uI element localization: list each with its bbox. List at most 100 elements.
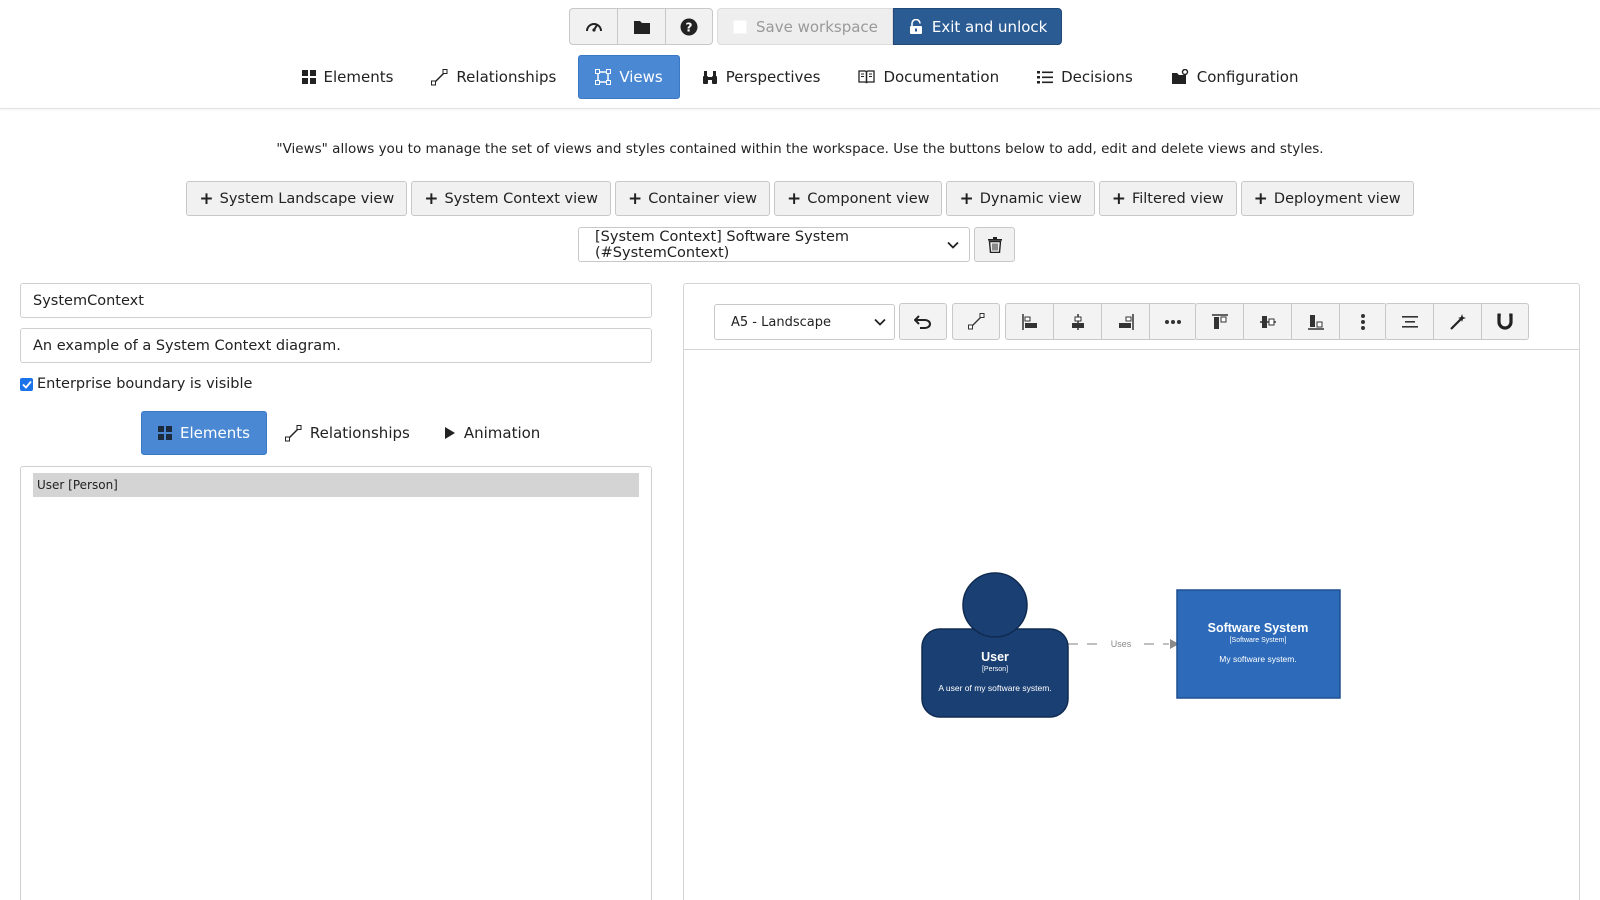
add-container-view-button[interactable]: + Container view <box>614 181 771 216</box>
help-button[interactable]: ? <box>665 8 713 45</box>
nav-item-documentation[interactable]: Documentation <box>842 55 1015 99</box>
top-toolbar: ? Save workspace Exit and unlock <box>569 8 1063 45</box>
align-left-button[interactable] <box>1005 303 1053 340</box>
view-key-field[interactable]: SystemContext <box>20 283 652 318</box>
align-right-button[interactable] <box>1101 303 1149 340</box>
save-workspace-label: Save workspace <box>756 17 878 36</box>
nav-item-elements[interactable]: Elements <box>286 55 410 99</box>
align-center-button[interactable] <box>1053 303 1101 340</box>
tab-animation[interactable]: Animation <box>428 411 556 455</box>
align-middle-button[interactable] <box>1243 303 1291 340</box>
dashboard-button[interactable] <box>569 8 617 45</box>
nav-item-decisions[interactable]: Decisions <box>1021 55 1149 99</box>
nav-item-perspectives[interactable]: Perspectives <box>686 55 837 99</box>
view-description-value: An example of a System Context diagram. <box>33 337 341 354</box>
person-body <box>921 628 1069 718</box>
view-key-value: SystemContext <box>33 292 144 309</box>
intro-text: "Views" allows you to manage the set of … <box>276 141 1324 157</box>
nav-divider <box>0 108 1600 109</box>
nav-item-views[interactable]: Views <box>578 55 680 99</box>
view-select-row: [System Context] Software System (#Syste… <box>578 227 1015 262</box>
main-nav: Elements Relationships Views Perspective… <box>0 55 1600 99</box>
relationship-tool-group <box>952 303 1000 340</box>
button-label: Container view <box>648 190 758 207</box>
play-icon <box>444 426 456 440</box>
enterprise-boundary-row: Enterprise boundary is visible <box>20 376 252 392</box>
center-diagram-button[interactable] <box>1385 303 1433 340</box>
unlock-icon <box>908 18 924 35</box>
person-name: User <box>981 650 1009 664</box>
button-label: System Landscape view <box>219 190 395 207</box>
paper-size-select[interactable]: A5 - Landscape <box>714 304 895 340</box>
auto-layout-button[interactable] <box>1433 303 1481 340</box>
nav-item-label: Documentation <box>883 68 1000 86</box>
add-filtered-view-button[interactable]: + Filtered view <box>1098 181 1237 216</box>
align-middle-icon <box>1259 313 1277 331</box>
relationship-uses[interactable]: Uses <box>1068 637 1179 651</box>
add-deployment-view-button[interactable]: + Deployment view <box>1240 181 1414 216</box>
plus-icon: + <box>199 188 214 209</box>
book-icon <box>858 70 876 84</box>
relationship-tool-button[interactable] <box>952 303 1000 340</box>
view-description-field[interactable]: An example of a System Context diagram. <box>20 328 652 363</box>
tab-label: Animation <box>463 424 541 442</box>
tab-relationships[interactable]: Relationships <box>269 411 426 455</box>
nav-item-label: Configuration <box>1196 68 1299 86</box>
configuration-icon <box>1171 69 1189 85</box>
person-description: A user of my software system. <box>938 683 1051 693</box>
align-bottom-button[interactable] <box>1291 303 1339 340</box>
relationship-icon <box>431 68 448 86</box>
tab-elements[interactable]: Elements <box>141 411 267 455</box>
open-folder-button[interactable] <box>617 8 665 45</box>
save-workspace-button[interactable]: Save workspace <box>717 8 893 45</box>
save-icon <box>732 19 748 35</box>
exit-and-unlock-button[interactable]: Exit and unlock <box>892 8 1063 45</box>
element-list: User [Person] <box>20 466 652 900</box>
person-type: [Person] <box>982 666 1008 673</box>
distribute-vertical-button[interactable] <box>1339 303 1387 340</box>
person-element[interactable]: User [Person] A user of my software syst… <box>921 572 1069 718</box>
add-dynamic-view-button[interactable]: + Dynamic view <box>946 181 1095 216</box>
nav-item-configuration[interactable]: Configuration <box>1155 55 1315 99</box>
tab-label: Relationships <box>309 424 410 442</box>
button-label: System Context view <box>444 190 598 207</box>
svg-text:?: ? <box>686 20 693 34</box>
enterprise-boundary-checkbox[interactable] <box>20 377 33 391</box>
add-system-landscape-view-button[interactable]: + System Landscape view <box>186 181 408 216</box>
button-label: Filtered view <box>1131 190 1224 207</box>
add-system-context-view-button[interactable]: + System Context view <box>411 181 611 216</box>
vertical-align-group <box>1195 303 1387 340</box>
view-select[interactable]: [System Context] Software System (#Syste… <box>578 227 970 262</box>
snap-to-grid-button[interactable] <box>1481 303 1529 340</box>
diagram-panel: A5 - Landscape Uses User [Person] A user… <box>683 283 1580 900</box>
align-left-icon <box>1021 313 1039 331</box>
nav-item-label: Relationships <box>456 68 557 86</box>
center-align-icon <box>1401 315 1419 329</box>
align-top-button[interactable] <box>1195 303 1243 340</box>
button-label: Component view <box>807 190 930 207</box>
button-label: Dynamic view <box>979 190 1082 207</box>
software-system-element[interactable]: Software System [Software System] My sof… <box>1176 589 1341 699</box>
diagram-canvas[interactable]: Uses User [Person] A user of my software… <box>684 351 1579 900</box>
diagram-toolbar: A5 - Landscape <box>684 284 1579 350</box>
grid-icon <box>301 70 316 84</box>
software-system-type: [Software System] <box>1230 637 1287 644</box>
add-component-view-button[interactable]: + Component view <box>774 181 943 216</box>
checkmark-icon <box>21 380 32 389</box>
button-label: Deployment view <box>1273 190 1401 207</box>
align-right-icon <box>1117 313 1135 331</box>
ellipsis-vertical-icon <box>1360 313 1366 331</box>
undo-button[interactable] <box>899 303 947 340</box>
undo-icon <box>914 314 932 329</box>
relationship-icon <box>967 313 985 330</box>
software-system-description: My software system. <box>1219 654 1296 664</box>
plus-icon: + <box>1253 188 1268 209</box>
chevron-down-icon <box>947 241 959 249</box>
nav-item-relationships[interactable]: Relationships <box>415 55 572 99</box>
software-system-name: Software System <box>1208 621 1309 635</box>
distribute-horizontal-button[interactable] <box>1149 303 1197 340</box>
nav-item-label: Views <box>619 68 663 86</box>
list-item[interactable]: User [Person] <box>33 473 639 497</box>
delete-view-button[interactable] <box>974 227 1015 262</box>
diagram-svg: Uses User [Person] A user of my software… <box>921 572 1341 718</box>
